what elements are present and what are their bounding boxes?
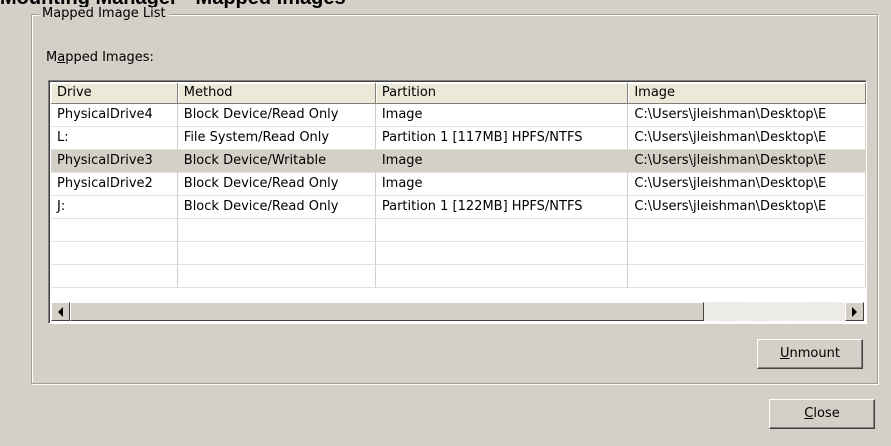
horizontal-scrollbar[interactable] [51, 302, 864, 321]
cell-drive [51, 242, 178, 265]
table-row[interactable]: PhysicalDrive3 Block Device/Writable Image… [51, 150, 866, 173]
mapped-images-listview[interactable]: Drive Method Partition Image PhysicalDri… [48, 80, 867, 324]
table-row[interactable]: PhysicalDrive4 Block Device/Read Only Imag… [51, 104, 866, 127]
right-arrow-icon [852, 306, 857, 317]
cell-partition [375, 219, 629, 242]
left-arrow-icon [58, 306, 63, 317]
cell-partition: Image [375, 173, 629, 196]
cell-drive: PhysicalDrive3 [51, 150, 178, 173]
table-row[interactable]: L: File System/Read Only Partition 1 [117M… [51, 127, 866, 150]
cell-image: C:\Users\jleishman\Desktop\E [628, 173, 866, 196]
column-header-method[interactable]: Method [177, 83, 376, 104]
cell-image [628, 265, 866, 288]
cell-partition [375, 242, 629, 265]
scroll-right-button[interactable] [845, 302, 864, 321]
cell-method [177, 265, 376, 288]
cell-image: C:\Users\jleishman\Desktop\E [628, 196, 866, 219]
table-row[interactable]: J: Block Device/Read Only Partition 1 [122… [51, 196, 866, 219]
unmount-button[interactable]: Unmount [757, 339, 863, 369]
cell-partition: Partition 1 [122MB] HPFS/NTFS [375, 196, 629, 219]
column-header-image[interactable]: Image [628, 83, 866, 104]
list-header: Drive Method Partition Image [51, 83, 866, 104]
cell-partition: Image [375, 104, 629, 127]
table-row[interactable] [51, 265, 866, 288]
scrollbar-thumb[interactable] [70, 302, 704, 321]
cell-drive: PhysicalDrive4 [51, 104, 178, 127]
cell-drive [51, 219, 178, 242]
table-row[interactable] [51, 219, 866, 242]
cell-partition: Partition 1 [117MB] HPFS/NTFS [375, 127, 629, 150]
cell-partition [375, 265, 629, 288]
scroll-left-button[interactable] [51, 302, 70, 321]
cell-method: Block Device/Read Only [177, 173, 376, 196]
cell-method: Block Device/Read Only [177, 196, 376, 219]
cell-drive: PhysicalDrive2 [51, 173, 178, 196]
cell-method: Block Device/Writable [177, 150, 376, 173]
cell-method [177, 219, 376, 242]
cell-image [628, 219, 866, 242]
column-header-partition[interactable]: Partition [375, 83, 629, 104]
group-title: Mapped Image List [39, 7, 169, 21]
cell-partition: Image [375, 150, 629, 173]
cell-drive: L: [51, 127, 178, 150]
cell-image: C:\Users\jleishman\Desktop\E [628, 127, 866, 150]
cell-method: Block Device/Read Only [177, 104, 376, 127]
cell-drive: J: [51, 196, 178, 219]
close-button[interactable]: Close [769, 399, 875, 429]
cell-image: C:\Users\jleishman\Desktop\E [628, 104, 866, 127]
mapped-images-label: Mapped Images: [46, 50, 154, 65]
list-rows: PhysicalDrive4 Block Device/Read Only Imag… [51, 104, 866, 288]
cell-method: File System/Read Only [177, 127, 376, 150]
cell-method [177, 242, 376, 265]
table-row[interactable] [51, 242, 866, 265]
column-header-drive[interactable]: Drive [51, 83, 178, 104]
table-row[interactable]: PhysicalDrive2 Block Device/Read Only Imag… [51, 173, 866, 196]
cell-image: C:\Users\jleishman\Desktop\E [628, 150, 866, 173]
cell-drive [51, 265, 178, 288]
cell-image [628, 242, 866, 265]
